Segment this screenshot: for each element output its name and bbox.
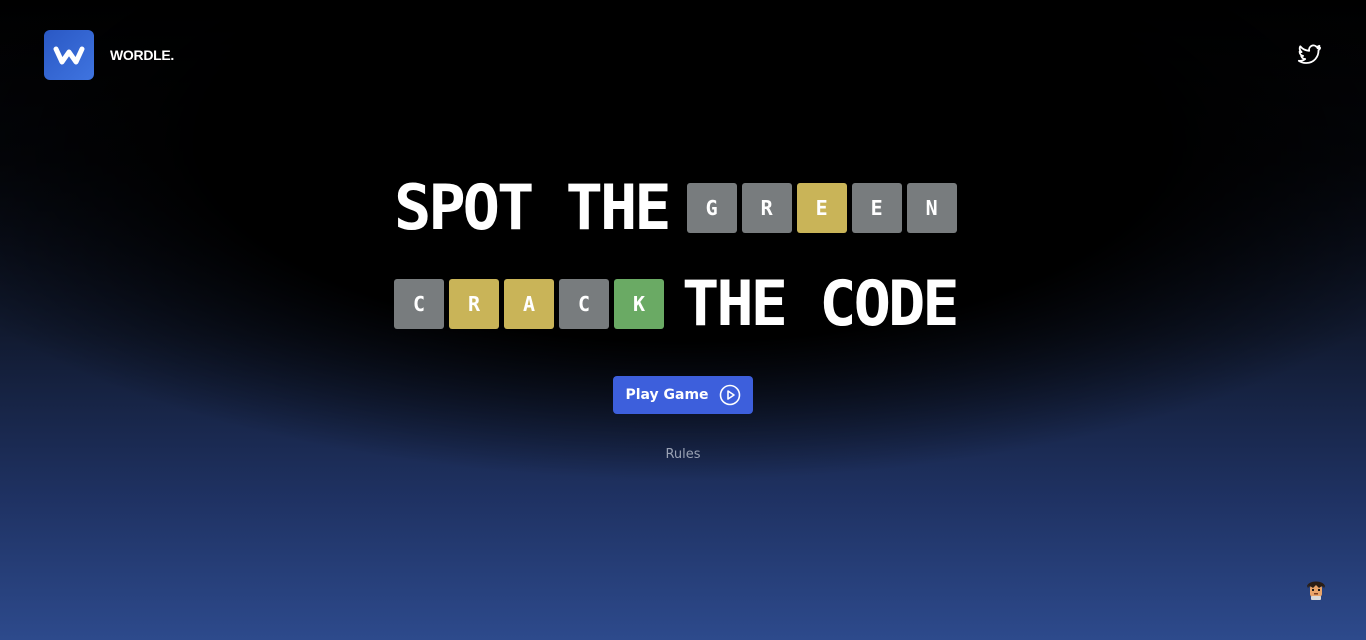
letter-tile: R <box>741 183 792 233</box>
brand-name[interactable]: WORDLE. <box>110 47 174 63</box>
tiles-crack: C R A C K <box>394 279 664 329</box>
letter-tile: E <box>851 183 902 233</box>
tiles-green: G R E E N <box>686 183 957 233</box>
avatar-icon[interactable] <box>1304 577 1328 601</box>
w-logo-icon <box>44 30 94 80</box>
letter-tile: K <box>614 279 664 329</box>
letter-tile: N <box>906 183 957 233</box>
rules-row: Rules <box>0 447 1366 462</box>
letter-tile: C <box>394 279 444 329</box>
letter-tile: A <box>504 279 554 329</box>
play-game-label: Play Game <box>625 387 709 403</box>
play-circle-icon <box>719 384 740 406</box>
letter-tile: C <box>559 279 609 329</box>
logo-link[interactable]: WORDLE. <box>44 30 174 80</box>
headline-line-2: C R A C K THE CODE <box>394 267 960 340</box>
twitter-icon[interactable] <box>1297 43 1323 67</box>
headline-text-spot-the: SPOT THE <box>394 171 672 244</box>
letter-tile: R <box>449 279 499 329</box>
w-logo-glyph <box>53 46 85 65</box>
headline-line-1: SPOT THE G R E E N <box>394 176 957 240</box>
letter-tile: E <box>796 183 847 233</box>
headline-text-the-code: THE CODE <box>682 267 960 340</box>
play-game-button[interactable]: Play Game <box>613 376 753 414</box>
letter-tile: G <box>686 183 737 233</box>
rules-link[interactable]: Rules <box>665 447 700 462</box>
